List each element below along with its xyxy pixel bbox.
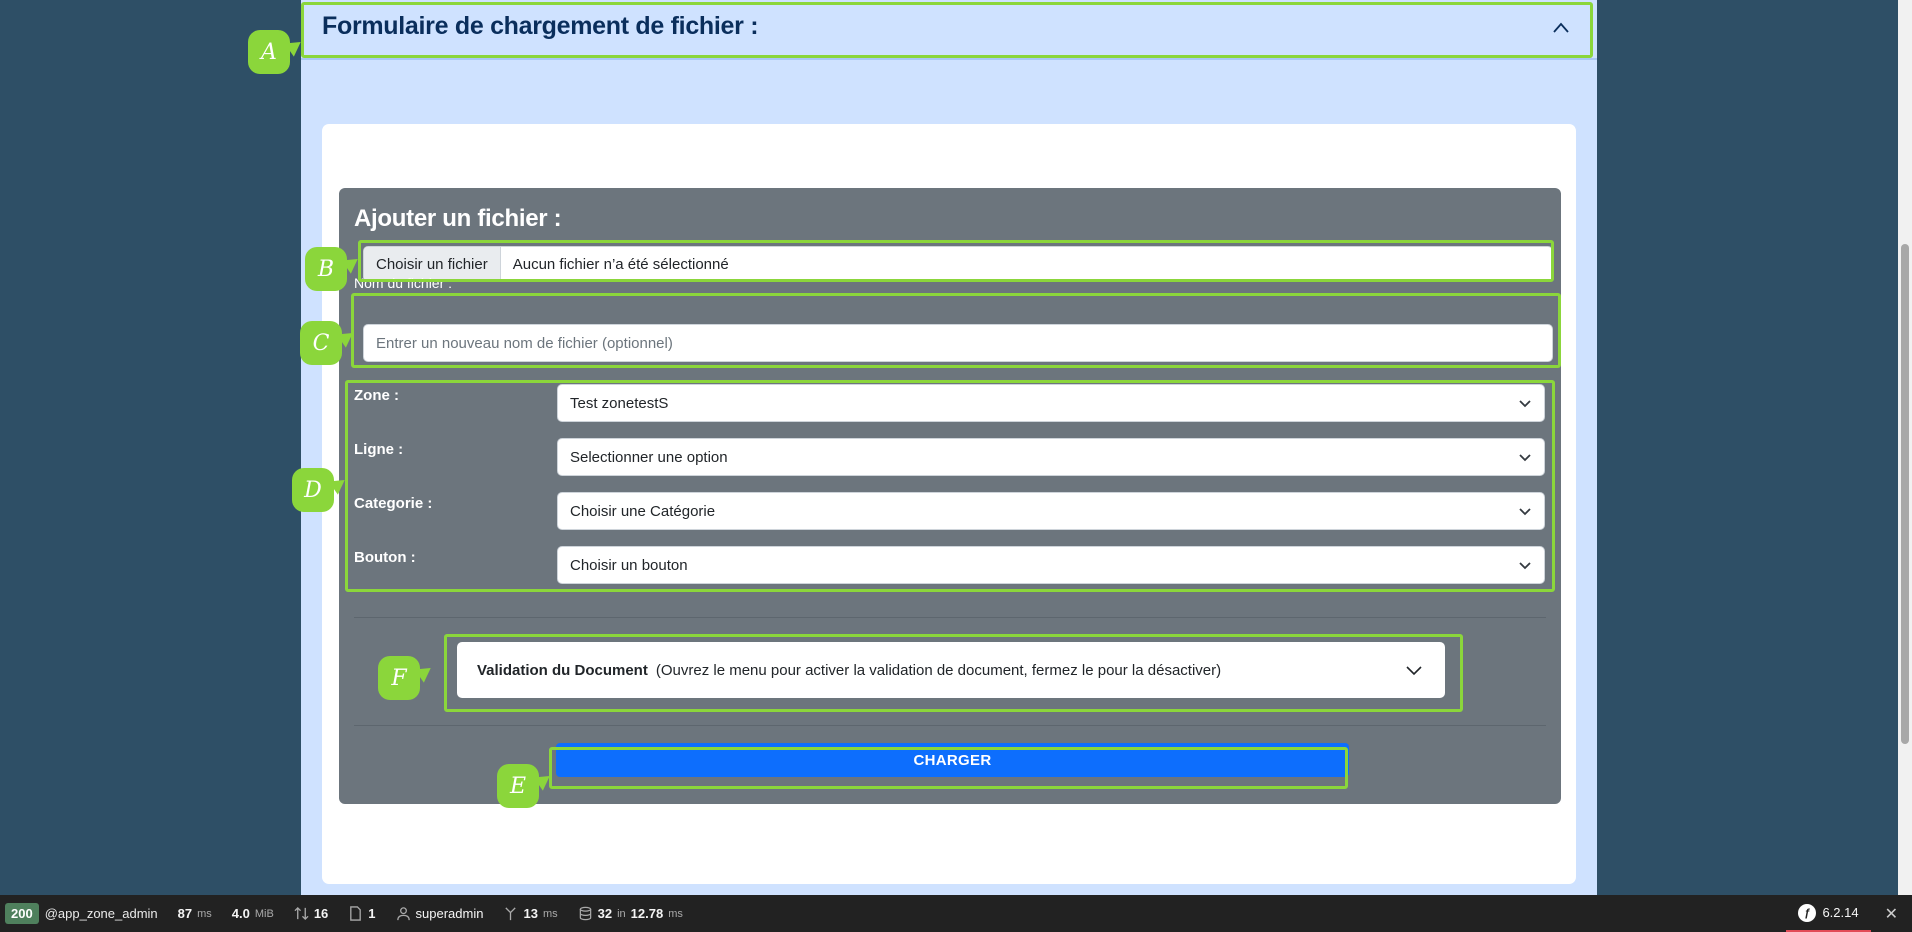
filename-input[interactable]: Entrer un nouveau nom de fichier (option… xyxy=(363,324,1553,362)
accordion-title: Formulaire de chargement de fichier : xyxy=(322,12,759,40)
toolbar-database[interactable]: 32 in 12.78 ms xyxy=(568,895,693,932)
bouton-label: Bouton : xyxy=(354,549,416,566)
charger-button[interactable]: CHARGER xyxy=(556,743,1349,777)
categorie-select[interactable]: Choisir une Catégorie xyxy=(557,492,1545,530)
time-value: 87 xyxy=(177,906,193,921)
memory-unit: MiB xyxy=(254,907,274,920)
upload-form-panel: Ajouter un fichier : Choisir un fichier … xyxy=(339,188,1561,804)
db-queries: 32 xyxy=(597,906,613,921)
chevron-down-icon xyxy=(1519,508,1531,516)
toolbar-user[interactable]: superadmin xyxy=(386,895,494,932)
file-input[interactable]: Choisir un fichier Aucun fichier n’a été… xyxy=(363,246,1553,282)
page-scrollbar[interactable] xyxy=(1898,0,1912,895)
branch-icon xyxy=(505,907,517,921)
chevron-up-icon[interactable] xyxy=(1551,18,1571,38)
toolbar-right: ƒ 6.2.14 ✕ xyxy=(1786,895,1912,932)
route-name[interactable]: @app_zone_admin xyxy=(39,895,168,932)
categorie-label: Categorie : xyxy=(354,495,433,512)
time-unit: ms xyxy=(197,907,212,920)
toolbar-time[interactable]: 87 ms xyxy=(168,895,222,932)
validation-description: (Ouvrez le menu pour activer la validati… xyxy=(655,661,1222,679)
annotation-marker-f: F xyxy=(378,656,420,700)
debug-toolbar: 200 @app_zone_admin 87 ms 4.0 MiB 16 1 s… xyxy=(0,895,1912,932)
chevron-down-icon xyxy=(1519,562,1531,570)
status-code-badge[interactable]: 200 xyxy=(5,903,39,924)
file-status-text: Aucun fichier n’a été sélectionné xyxy=(512,255,729,273)
validation-accordion[interactable]: Validation du Document (Ouvrez le menu po… xyxy=(457,642,1445,698)
close-icon[interactable]: ✕ xyxy=(1871,904,1912,924)
bouton-select-value: Choisir un bouton xyxy=(570,556,688,574)
ligne-select[interactable]: Selectionner une option xyxy=(557,438,1545,476)
db-unit: ms xyxy=(668,907,683,920)
panel-heading: Ajouter un fichier : xyxy=(354,205,562,232)
filename-label: Nom du fichier : xyxy=(354,275,453,291)
page-column: Formulaire de chargement de fichier : Aj… xyxy=(301,0,1597,895)
db-in: in xyxy=(617,907,626,920)
annotation-marker-c: C xyxy=(300,321,342,365)
user-icon xyxy=(396,907,410,921)
zone-select[interactable]: Test zonetestS xyxy=(557,384,1545,422)
annotation-marker-d: D xyxy=(292,468,334,512)
document-icon xyxy=(350,906,362,921)
toolbar-memory[interactable]: 4.0 MiB xyxy=(222,895,284,932)
user-name: superadmin xyxy=(415,906,484,921)
version-text: 6.2.14 xyxy=(1822,905,1859,920)
ligne-select-value: Selectionner une option xyxy=(570,448,728,466)
categorie-select-value: Choisir une Catégorie xyxy=(570,502,716,520)
annotation-marker-a: A xyxy=(248,30,290,74)
memory-value: 4.0 xyxy=(231,906,250,921)
zone-select-value: Test zonetestS xyxy=(570,394,669,412)
accordion-header[interactable]: Formulaire de chargement de fichier : xyxy=(301,0,1597,60)
toolbar-requests[interactable]: 16 xyxy=(284,895,338,932)
ligne-label: Ligne : xyxy=(354,441,404,458)
database-icon xyxy=(579,906,591,921)
annotation-marker-b: B xyxy=(305,247,347,291)
chevron-down-icon xyxy=(1519,400,1531,408)
validation-text: Validation du Document (Ouvrez le menu po… xyxy=(477,662,1221,679)
divider xyxy=(354,725,1546,726)
symfony-version[interactable]: ƒ 6.2.14 xyxy=(1786,895,1871,932)
events-unit: ms xyxy=(542,907,558,920)
arrows-updown-icon xyxy=(294,906,309,921)
toolbar-events[interactable]: 13 ms xyxy=(493,895,567,932)
zone-label: Zone : xyxy=(354,387,399,404)
events-value: 13 xyxy=(523,906,538,921)
requests-count: 16 xyxy=(313,906,329,921)
scrollbar-thumb[interactable] xyxy=(1901,244,1909,744)
forms-count: 1 xyxy=(368,906,376,921)
db-time: 12.78 xyxy=(630,906,664,921)
divider xyxy=(354,617,1546,618)
annotation-marker-e: E xyxy=(497,764,539,808)
validation-title: Validation du Document xyxy=(477,661,648,679)
symfony-logo-icon: ƒ xyxy=(1798,903,1817,922)
toolbar-forms[interactable]: 1 xyxy=(338,895,385,932)
chevron-down-icon[interactable] xyxy=(1405,661,1423,679)
chevron-down-icon xyxy=(1519,454,1531,462)
bouton-select[interactable]: Choisir un bouton xyxy=(557,546,1545,584)
